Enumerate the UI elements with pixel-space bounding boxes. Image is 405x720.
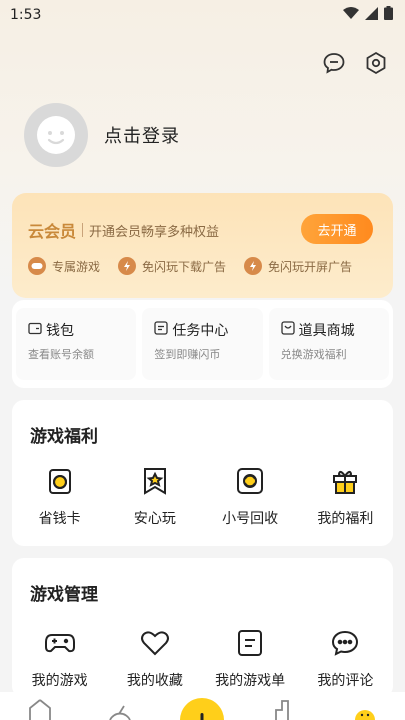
gamepad-icon: [28, 257, 46, 275]
login-label[interactable]: 点击登录: [104, 122, 180, 148]
heart-icon: [138, 626, 172, 660]
vip-perk: 免闪玩开屏广告: [244, 257, 352, 275]
wallet-item-shop[interactable]: 道具商城 兑换游戏福利: [268, 308, 389, 380]
status-icons: [343, 6, 393, 24]
vip-card[interactable]: 云会员 开通会员畅享多种权益 去开通 专属游戏 免闪玩下载广告 免闪玩开屏广告: [12, 193, 393, 298]
coin-card-icon: [43, 464, 77, 498]
benefit-label: 安心玩: [133, 511, 176, 527]
benefit-safe-play[interactable]: 安心玩: [107, 464, 202, 528]
manage-label: 我的游戏单: [215, 673, 286, 689]
list-icon: [233, 626, 267, 660]
wallet-item-title: 任务中心: [154, 320, 254, 340]
manage-label: 我的评论: [317, 673, 374, 689]
shop-icon: [281, 321, 295, 339]
ranking-icon: [273, 698, 297, 720]
tab-home[interactable]: [20, 698, 60, 720]
vip-perk-label: 专属游戏: [52, 259, 101, 274]
wallet-item-subtitle: 签到即赚闪币: [154, 348, 221, 361]
battery-icon: [384, 6, 393, 24]
profile-tab-icon: [353, 698, 377, 720]
manage-my-comments[interactable]: 我的评论: [298, 626, 393, 690]
gift-icon: [328, 464, 362, 498]
no-ads-icon: [244, 257, 263, 275]
tab-discover[interactable]: [100, 698, 140, 720]
vip-title: 云会员: [28, 222, 77, 241]
manage-label: 我的游戏: [31, 673, 88, 689]
benefit-label: 小号回收: [222, 511, 279, 527]
settings-icon[interactable]: [363, 50, 389, 76]
wallet-card: 钱包 查看账号余额 任务中心 签到即赚闪币 道具商城 兑换游戏福利: [12, 300, 393, 388]
wallet-item-wallet[interactable]: 钱包 查看账号余额: [16, 308, 137, 380]
vip-description: 开通会员畅享多种权益: [89, 224, 220, 240]
manage-my-favorites[interactable]: 我的收藏: [107, 626, 202, 690]
vip-perks: 专属游戏 免闪玩下载广告 免闪玩开屏广告: [28, 257, 352, 275]
wallet-title-label: 道具商城: [298, 323, 355, 339]
wallet-item-title: 钱包: [28, 320, 128, 340]
vip-open-button[interactable]: 去开通: [301, 214, 373, 244]
vip-perk: 专属游戏: [28, 257, 100, 275]
vip-perk: 免闪玩下载广告: [118, 257, 226, 275]
top-actions: [321, 50, 389, 76]
profile-section[interactable]: 点击登录: [24, 103, 180, 167]
section-title: 游戏管理: [30, 585, 98, 605]
benefit-label: 我的福利: [317, 511, 374, 527]
game-management-section: 游戏管理 我的游戏 我的收藏 我的游戏单 我的评论: [12, 558, 393, 698]
center-action-icon: [200, 712, 204, 720]
avatar[interactable]: [24, 103, 88, 167]
wallet-title-label: 任务中心: [172, 323, 229, 339]
wallet-icon: [28, 321, 42, 339]
tab-center-action[interactable]: [180, 698, 225, 720]
vip-divider: [82, 223, 84, 237]
benefit-account-recycle[interactable]: 小号回收: [203, 464, 298, 528]
manage-my-game-lists[interactable]: 我的游戏单: [203, 626, 298, 690]
game-benefits-grid: 省钱卡 安心玩 小号回收 我的福利: [12, 464, 393, 528]
vip-header: 云会员 开通会员畅享多种权益: [28, 218, 219, 242]
status-bar: 1:53: [0, 0, 405, 30]
manage-my-games[interactable]: 我的游戏: [12, 626, 107, 690]
task-icon: [154, 321, 168, 339]
manage-label: 我的收藏: [126, 673, 183, 689]
vip-perk-label: 免闪玩下载广告: [142, 259, 227, 274]
benefit-my-benefits[interactable]: 我的福利: [298, 464, 393, 528]
home-icon: [28, 698, 52, 720]
section-title: 游戏福利: [30, 427, 98, 447]
benefit-savings-card[interactable]: 省钱卡: [12, 464, 107, 528]
wallet-item-tasks[interactable]: 任务中心 签到即赚闪币: [142, 308, 263, 380]
comment-icon: [328, 626, 362, 660]
vip-perk-label: 免闪玩开屏广告: [268, 259, 353, 274]
wallet-title-label: 钱包: [46, 323, 74, 339]
recycle-icon: [233, 464, 267, 498]
game-benefits-section: 游戏福利 省钱卡 安心玩 小号回收 我的福利: [12, 400, 393, 546]
bottom-tab-bar: [0, 692, 405, 720]
star-bookmark-icon: [138, 464, 172, 498]
signal-icon: [365, 6, 378, 24]
no-ads-icon: [118, 257, 137, 275]
wallet-item-subtitle: 兑换游戏福利: [280, 348, 347, 361]
wallet-item-subtitle: 查看账号余额: [28, 348, 94, 361]
gamepad-icon: [43, 626, 77, 660]
benefit-label: 省钱卡: [38, 511, 81, 527]
wallet-item-title: 道具商城: [281, 320, 381, 340]
wifi-icon: [343, 6, 359, 24]
tab-profile[interactable]: [345, 698, 385, 720]
status-time: 1:53: [10, 7, 42, 23]
compass-icon: [108, 698, 132, 720]
tab-ranking[interactable]: [265, 698, 305, 720]
message-icon[interactable]: [321, 50, 347, 76]
game-management-grid: 我的游戏 我的收藏 我的游戏单 我的评论: [12, 626, 393, 690]
